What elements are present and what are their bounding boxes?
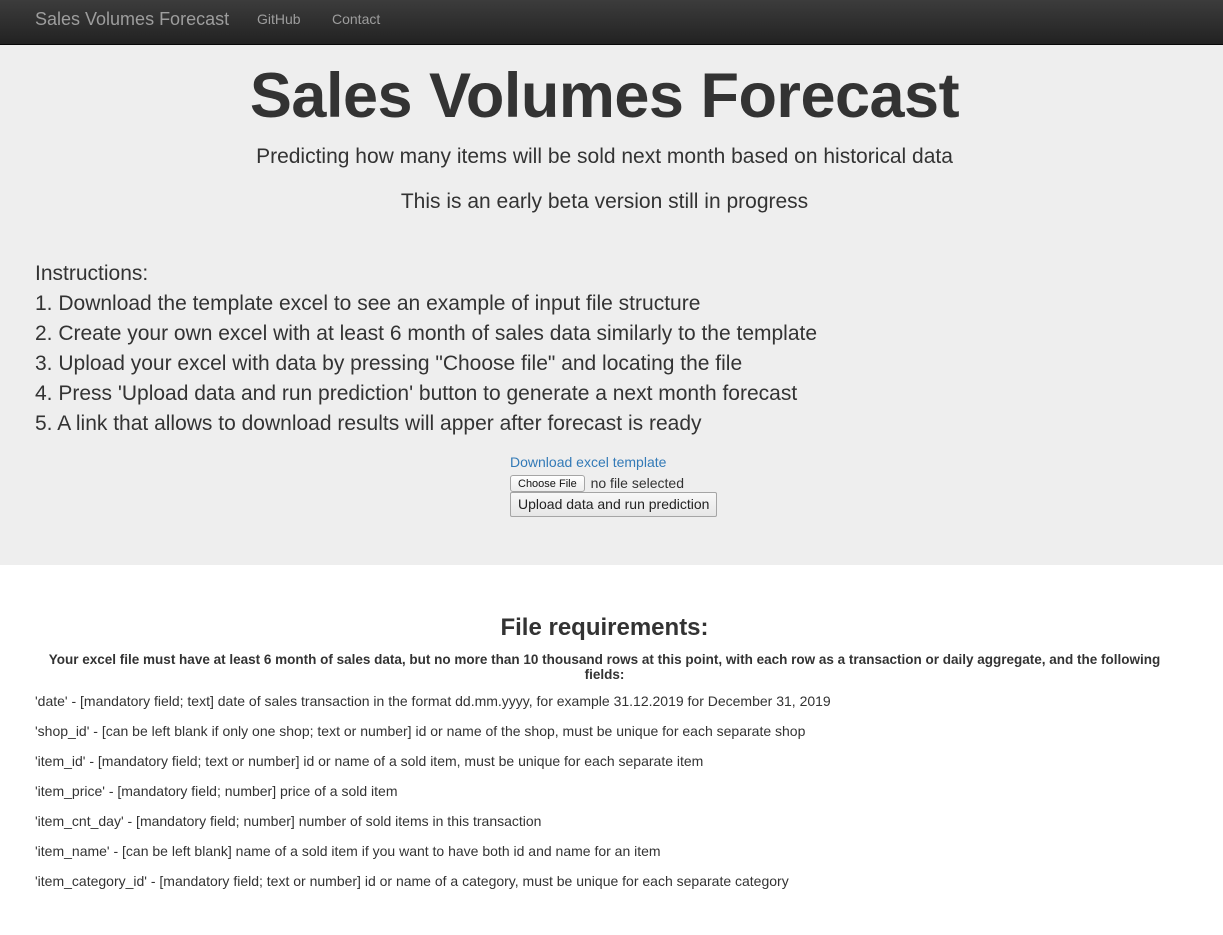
upload-and-predict-button[interactable]: Upload data and run prediction (510, 492, 718, 517)
field-requirement: 'item_id' - [mandatory field; text or nu… (35, 753, 704, 769)
instruction-step: 3. Upload your excel with data by pressi… (35, 352, 743, 375)
choose-file-button[interactable]: Choose File (510, 474, 585, 492)
instruction-step: 5. A link that allows to download result… (35, 412, 702, 435)
requirements-intro: Your excel file must have at least 6 mon… (48, 652, 1161, 682)
top-navbar: Sales Volumes Forecast GitHub Contact (0, 0, 1223, 45)
file-status-text: no file selected (590, 475, 684, 492)
field-requirement: 'date' - [mandatory field; text] date of… (35, 693, 831, 709)
field-requirement: 'item_price' - [mandatory field; number]… (35, 783, 398, 799)
nav-link-contact[interactable]: Contact (332, 11, 380, 27)
navbar-brand[interactable]: Sales Volumes Forecast (35, 9, 229, 30)
instruction-step: 2. Create your own excel with at least 6… (35, 322, 818, 345)
requirements-title: File requirements: (500, 614, 709, 641)
field-requirement: 'item_name' - [can be left blank] name o… (35, 843, 661, 859)
download-template-link[interactable]: Download excel template (510, 454, 666, 470)
instruction-step: 4. Press 'Upload data and run prediction… (35, 382, 798, 405)
page-title: Sales Volumes Forecast (249, 61, 960, 131)
page-subtitle: Predicting how many items will be sold n… (256, 145, 953, 168)
instructions-heading: Instructions: (35, 262, 149, 285)
file-input: Choose File no file selected (510, 474, 684, 492)
field-requirement: 'shop_id' - [can be left blank if only o… (35, 723, 806, 739)
field-requirement: 'item_cnt_day' - [mandatory field; numbe… (35, 813, 542, 829)
nav-link-github[interactable]: GitHub (257, 11, 301, 27)
instructions-list: Instructions: 1. Download the template e… (35, 259, 817, 439)
hero-section: Sales Volumes Forecast Predicting how ma… (0, 45, 1223, 565)
beta-note: This is an early beta version still in p… (400, 190, 809, 213)
instruction-step: 1. Download the template excel to see an… (35, 292, 701, 315)
field-requirement: 'item_category_id' - [mandatory field; t… (35, 873, 789, 889)
